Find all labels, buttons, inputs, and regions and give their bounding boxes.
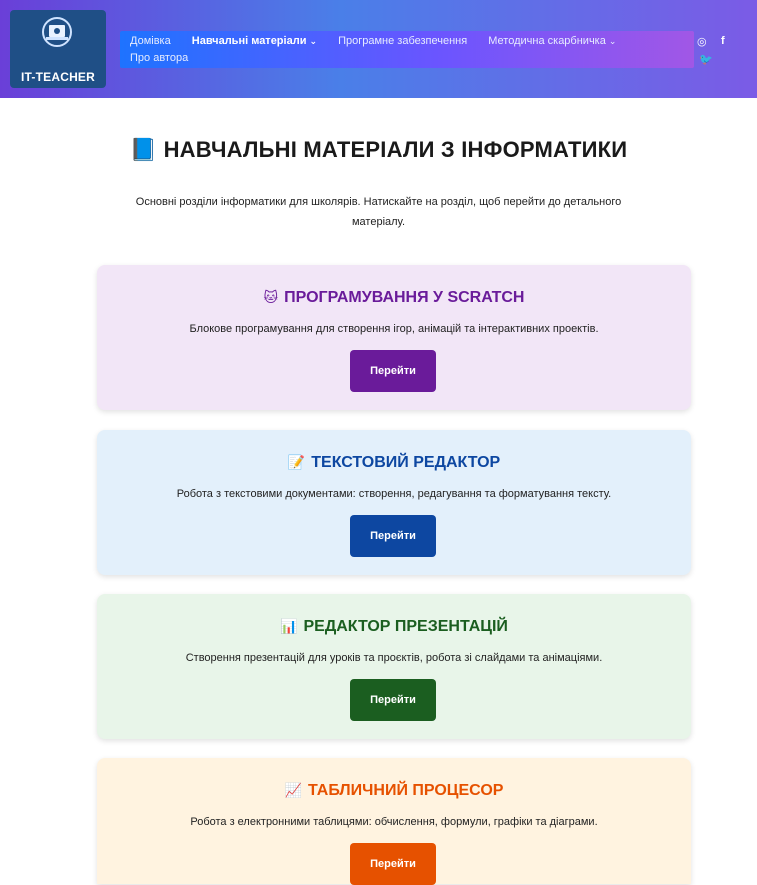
facebook-icon[interactable]: f: [721, 35, 725, 47]
card-text-editor: 📝 ТЕКСТОВИЙ РЕДАКТОР Робота з текстовими …: [97, 430, 691, 575]
memo-icon: 📝: [287, 454, 306, 470]
site-logo[interactable]: IT-TEACHER: [10, 10, 106, 88]
card-description: Робота з електронними таблицями: обчисле…: [190, 816, 598, 828]
card-title: 📈 ТАБЛИЧНИЙ ПРОЦЕСОР: [97, 782, 691, 800]
page-title-text: НАВЧАЛЬНІ МАТЕРІАЛИ З ІНФОРМАТИКИ: [163, 137, 628, 162]
go-button-text-editor[interactable]: Перейти: [350, 515, 436, 557]
card-title-text: ТЕКСТОВИЙ РЕДАКТОР: [311, 454, 501, 471]
go-button-scratch[interactable]: Перейти: [350, 350, 436, 392]
intro-text: Основні розділи інформатики для школярів…: [135, 196, 622, 228]
cat-icon: 🐱: [263, 289, 279, 305]
nav-item-methodical[interactable]: Методична скарбничка ⌄: [488, 35, 616, 47]
trend-chart-icon: 📈: [284, 782, 302, 798]
chevron-down-icon: ⌄: [608, 36, 617, 46]
card-title-text: ПРОГРАМУВАННЯ У SCRATCH: [284, 289, 525, 306]
nav-item-home[interactable]: Домівка: [130, 35, 171, 47]
page-title: 📘 НАВЧАЛЬНІ МАТЕРІАЛИ З ІНФОРМАТИКИ: [0, 137, 757, 163]
logo-text: IT-TEACHER: [21, 70, 95, 84]
social-links: ◎ f 🐦: [697, 33, 737, 69]
card-title: 📊 РЕДАКТОР ПРЕЗЕНТАЦІЙ: [97, 618, 691, 636]
go-button-presentations[interactable]: Перейти: [350, 679, 436, 721]
card-description: Робота з текстовими документами: створен…: [176, 488, 612, 500]
card-scratch: 🐱 ПРОГРАМУВАННЯ У SCRATCH Блокове програм…: [97, 265, 691, 410]
books-icon: 📘: [129, 137, 158, 162]
card-title: 📝 ТЕКСТОВИЙ РЕДАКТОР: [97, 454, 691, 472]
nav-item-software[interactable]: Програмне забезпечення: [338, 35, 467, 47]
card-title: 🐱 ПРОГРАМУВАННЯ У SCRATCH: [97, 289, 691, 307]
nav-item-materials-label: Навчальні матеріали: [191, 35, 307, 47]
card-presentations: 📊 РЕДАКТОР ПРЕЗЕНТАЦІЙ Створення презента…: [97, 594, 691, 739]
site-header: IT-TEACHER Домівка Навчальні матеріали ⌄ …: [0, 0, 757, 98]
bar-chart-icon: 📊: [280, 618, 298, 634]
nav-item-materials[interactable]: Навчальні матеріали ⌄: [192, 35, 317, 47]
chevron-down-icon: ⌄: [309, 36, 318, 46]
laptop-logo-icon: [42, 17, 72, 47]
card-spreadsheets: 📈 ТАБЛИЧНИЙ ПРОЦЕСОР Робота з електронним…: [97, 758, 691, 885]
nav-item-methodical-label: Методична скарбничка: [488, 35, 606, 47]
instagram-icon[interactable]: ◎: [697, 35, 707, 48]
card-description: Створення презентацій для уроків та проє…: [185, 652, 603, 664]
nav-item-about[interactable]: Про автора: [130, 52, 188, 64]
twitter-icon[interactable]: 🐦: [699, 53, 713, 66]
go-button-spreadsheets[interactable]: Перейти: [350, 843, 436, 885]
card-description: Блокове програмування для створення ігор…: [189, 323, 599, 335]
card-title-text: ТАБЛИЧНИЙ ПРОЦЕСОР: [308, 782, 504, 799]
main-navigation: Домівка Навчальні матеріали ⌄ Програмне з…: [120, 31, 694, 68]
card-title-text: РЕДАКТОР ПРЕЗЕНТАЦІЙ: [303, 618, 508, 635]
